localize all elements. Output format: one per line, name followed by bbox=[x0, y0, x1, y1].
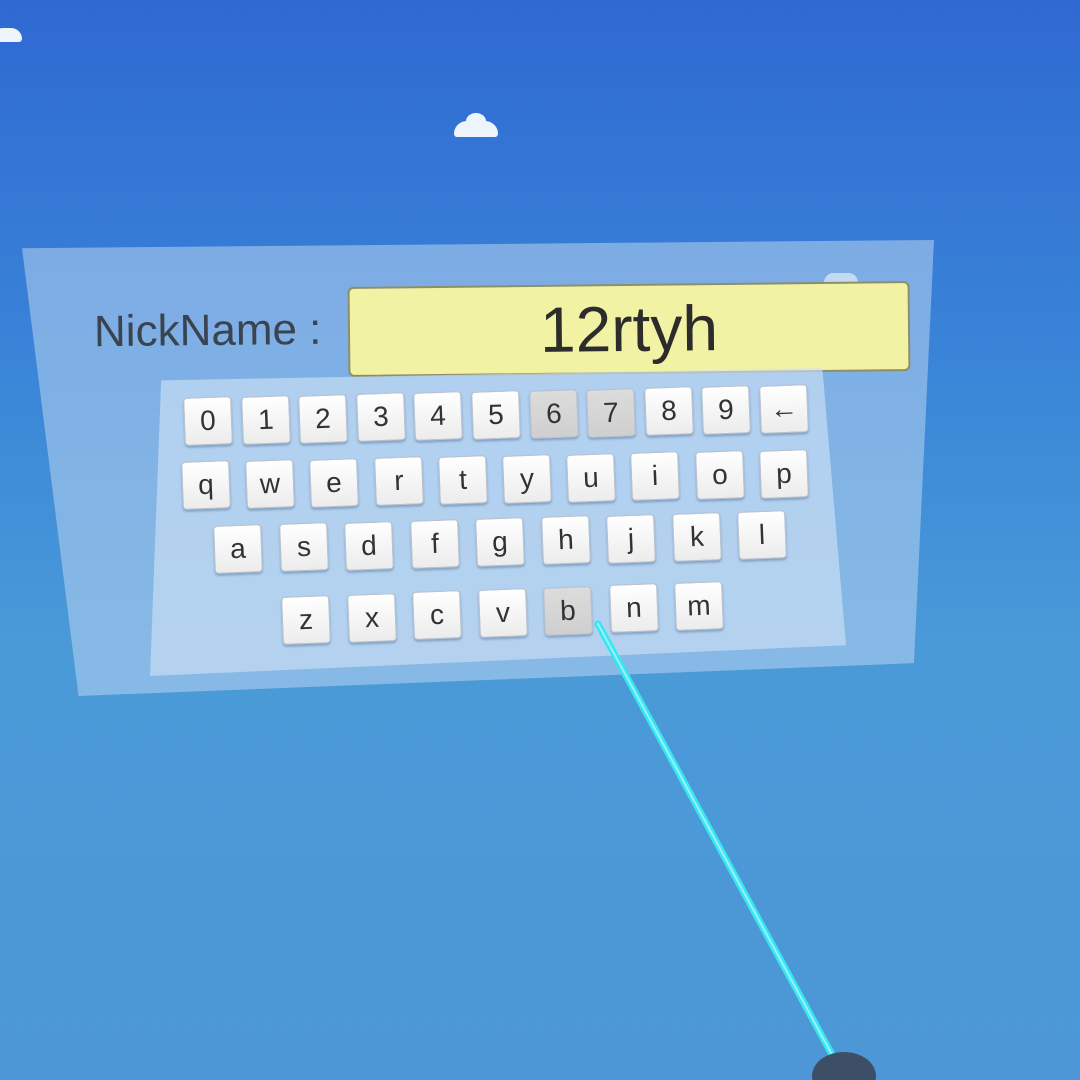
key-5[interactable]: 5 bbox=[471, 390, 521, 440]
key-c[interactable]: c bbox=[412, 590, 462, 641]
key-g[interactable]: g bbox=[475, 517, 525, 567]
key-9[interactable]: 9 bbox=[701, 385, 752, 436]
key-h[interactable]: h bbox=[540, 515, 591, 566]
key-w[interactable]: w bbox=[245, 458, 296, 509]
key-v[interactable]: v bbox=[477, 588, 528, 638]
key-p[interactable]: p bbox=[758, 449, 809, 499]
vr-controller bbox=[812, 1052, 876, 1080]
key-4[interactable]: 4 bbox=[413, 391, 464, 442]
key-t[interactable]: t bbox=[437, 455, 488, 506]
key-k[interactable]: k bbox=[671, 511, 722, 562]
key-a[interactable]: a bbox=[213, 524, 263, 574]
key-r[interactable]: r bbox=[373, 456, 424, 507]
key-l[interactable]: l bbox=[737, 510, 787, 560]
key-backspace[interactable]: ← bbox=[759, 384, 809, 434]
nickname-input[interactable]: 12rtyh bbox=[347, 281, 911, 377]
cloud bbox=[0, 28, 22, 42]
key-s[interactable]: s bbox=[278, 522, 329, 573]
key-m[interactable]: m bbox=[674, 581, 724, 631]
key-d[interactable]: d bbox=[344, 520, 394, 571]
key-u[interactable]: u bbox=[566, 452, 617, 503]
key-e[interactable]: e bbox=[309, 457, 360, 508]
key-0[interactable]: 0 bbox=[183, 396, 233, 446]
key-o[interactable]: o bbox=[694, 450, 745, 501]
key-j[interactable]: j bbox=[606, 513, 656, 564]
key-n[interactable]: n bbox=[608, 583, 659, 634]
key-x[interactable]: x bbox=[346, 592, 397, 643]
key-y[interactable]: y bbox=[502, 453, 552, 504]
key-b[interactable]: b bbox=[543, 585, 593, 636]
key-7[interactable]: 7 bbox=[586, 387, 637, 438]
cloud bbox=[454, 113, 498, 137]
key-3[interactable]: 3 bbox=[355, 392, 406, 443]
nickname-label: NickName : bbox=[93, 304, 322, 357]
key-6[interactable]: 6 bbox=[528, 388, 579, 439]
key-2[interactable]: 2 bbox=[298, 393, 349, 444]
key-8[interactable]: 8 bbox=[643, 386, 694, 437]
key-q[interactable]: q bbox=[181, 460, 231, 510]
key-1[interactable]: 1 bbox=[240, 394, 291, 445]
key-z[interactable]: z bbox=[281, 595, 331, 645]
key-f[interactable]: f bbox=[409, 518, 460, 569]
key-i[interactable]: i bbox=[630, 451, 681, 502]
